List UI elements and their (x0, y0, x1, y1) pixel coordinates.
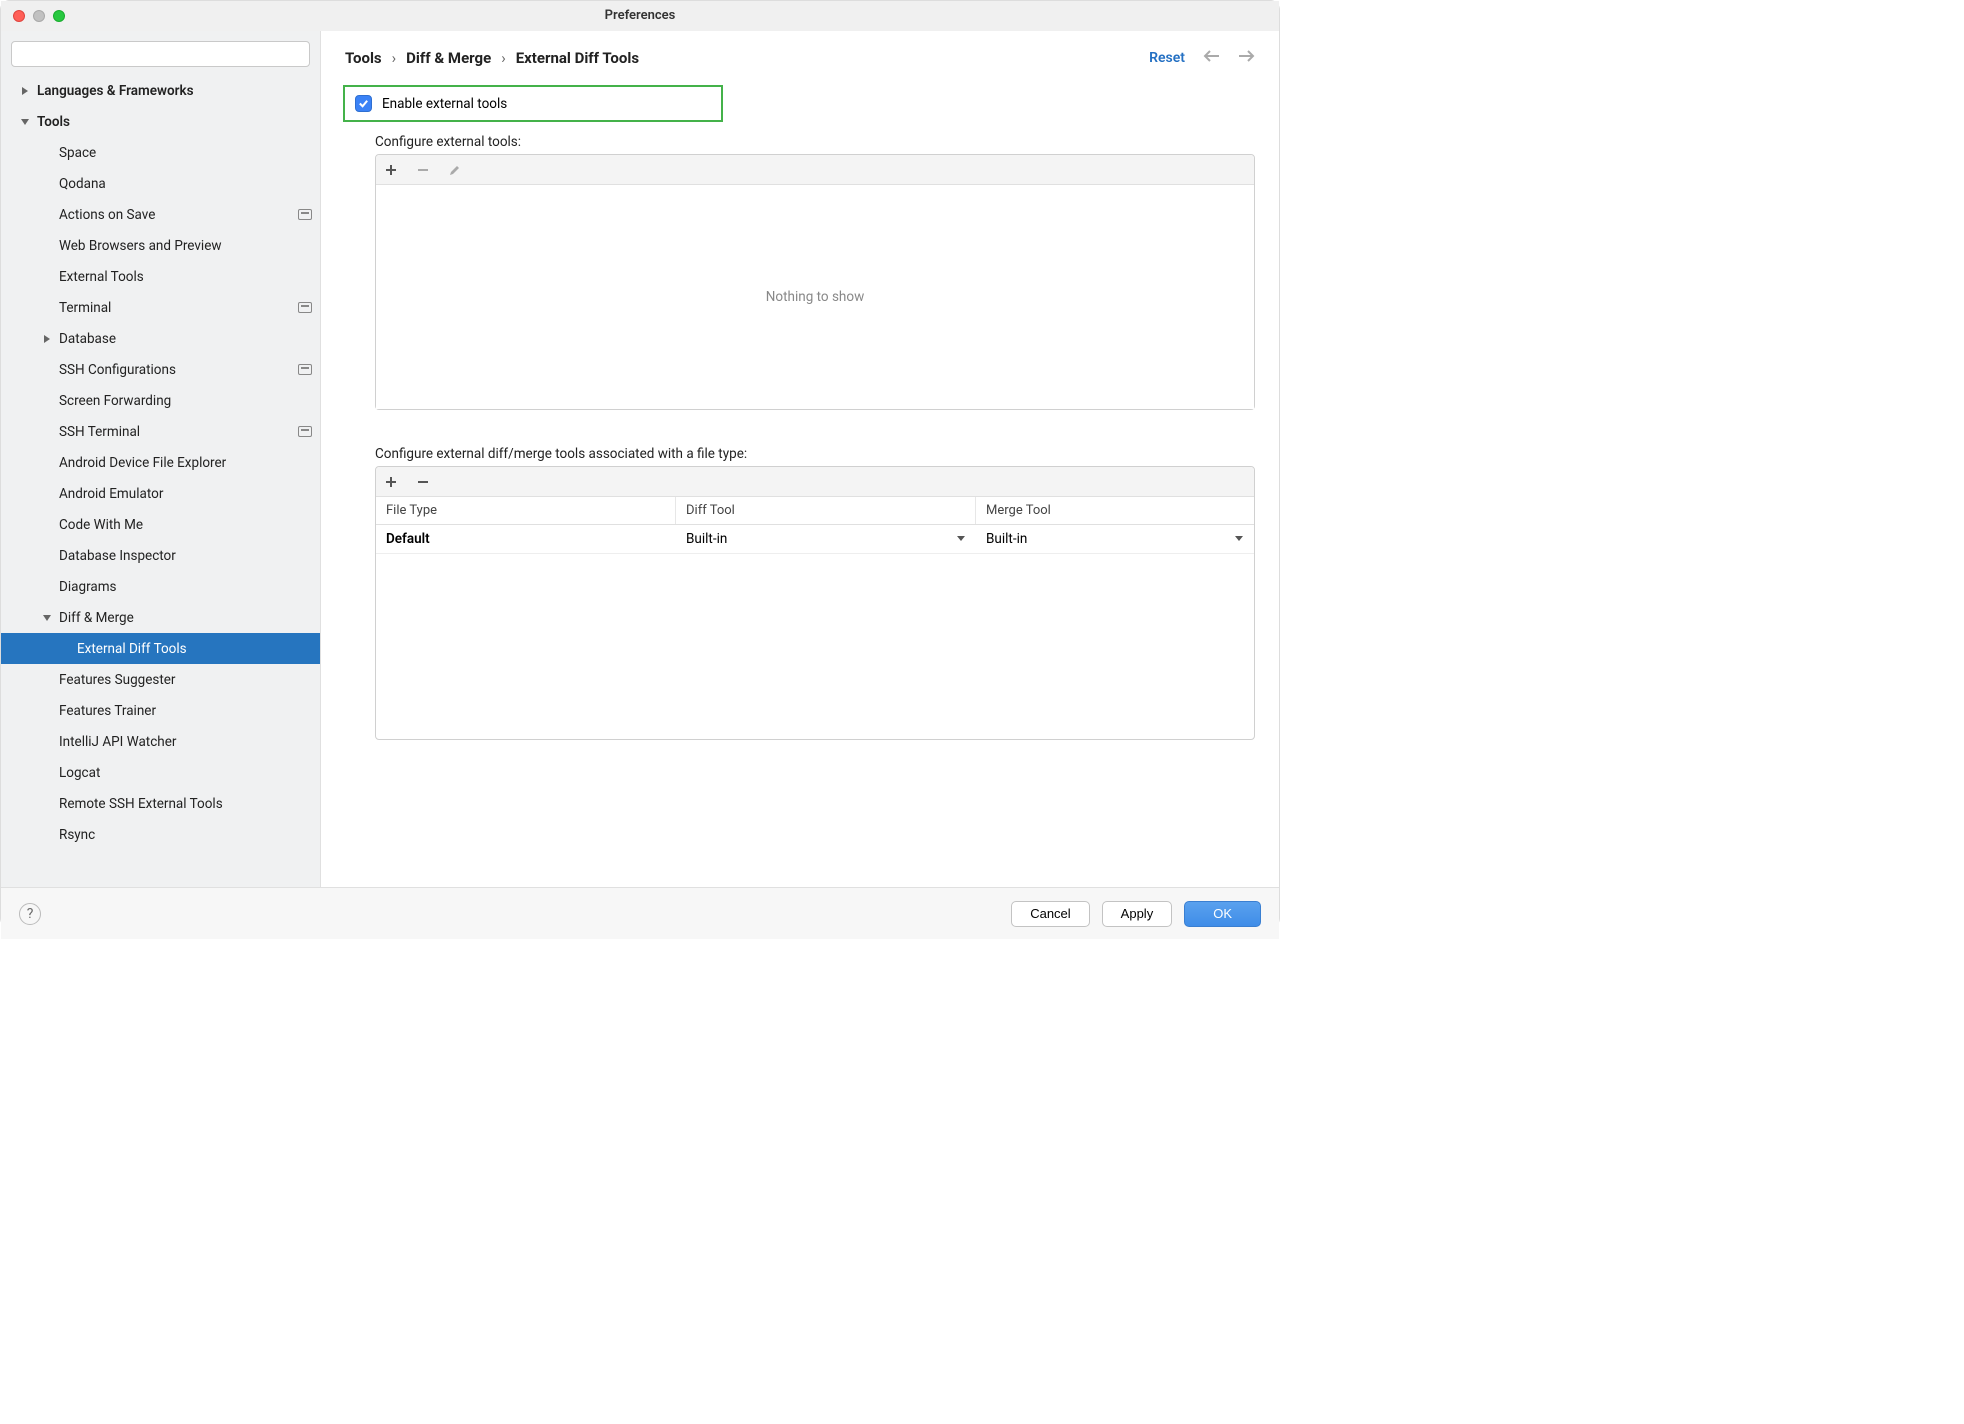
project-scope-icon (298, 364, 312, 375)
tree-item-space[interactable]: Space (1, 137, 320, 168)
tree-item-features-trainer[interactable]: Features Trainer (1, 695, 320, 726)
tree-item-diff-merge[interactable]: Diff & Merge (1, 602, 320, 633)
tree-item-actions-on-save[interactable]: Actions on Save (1, 199, 320, 230)
col-file-type[interactable]: File Type (376, 497, 676, 524)
apply-button[interactable]: Apply (1102, 901, 1173, 927)
tree-item-external-diff-tools[interactable]: External Diff Tools (1, 633, 320, 664)
chevron-down-icon (1234, 531, 1244, 547)
help-button[interactable]: ? (19, 903, 41, 925)
tree-languages-frameworks[interactable]: Languages & Frameworks (1, 75, 320, 106)
tree-tools[interactable]: Tools (1, 106, 320, 137)
sidebar: Languages & Frameworks Tools Space Qodan… (1, 31, 321, 887)
cell-diff-tool[interactable]: Built-in (676, 525, 976, 553)
configure-assoc-label: Configure external diff/merge tools asso… (375, 446, 1255, 462)
table-row[interactable]: Default Built-in Built-in (376, 525, 1254, 554)
tree-item-external-tools[interactable]: External Tools (1, 261, 320, 292)
tree-item-screen-forwarding[interactable]: Screen Forwarding (1, 385, 320, 416)
enable-external-tools-label: Enable external tools (382, 96, 507, 112)
chevron-right-icon: › (501, 49, 506, 67)
breadcrumb-tools[interactable]: Tools (345, 49, 382, 67)
tree-item-database[interactable]: Database (1, 323, 320, 354)
file-type-assoc-table: File Type Diff Tool Merge Tool Default B… (375, 466, 1255, 740)
tree-item-code-with-me[interactable]: Code With Me (1, 509, 320, 540)
tree-item-logcat[interactable]: Logcat (1, 757, 320, 788)
ok-button[interactable]: OK (1184, 901, 1261, 927)
tree-item-diagrams[interactable]: Diagrams (1, 571, 320, 602)
col-diff-tool[interactable]: Diff Tool (676, 497, 976, 524)
tree-item-ssh-config[interactable]: SSH Configurations (1, 354, 320, 385)
remove-tool-button[interactable] (416, 163, 430, 177)
window-minimize-button[interactable] (33, 10, 45, 22)
chevron-down-icon (956, 531, 966, 547)
breadcrumb-external-diff-tools: External Diff Tools (516, 49, 639, 67)
window-title: Preferences (605, 8, 676, 23)
col-merge-tool[interactable]: Merge Tool (976, 497, 1254, 524)
cell-merge-tool[interactable]: Built-in (976, 525, 1254, 553)
breadcrumb-diff-merge[interactable]: Diff & Merge (406, 49, 491, 67)
tree-item-remote-ssh-tools[interactable]: Remote SSH External Tools (1, 788, 320, 819)
project-scope-icon (298, 302, 312, 313)
add-assoc-button[interactable] (384, 475, 398, 489)
tree-item-android-device-explorer[interactable]: Android Device File Explorer (1, 447, 320, 478)
configure-tools-label: Configure external tools: (375, 134, 1255, 150)
cancel-button[interactable]: Cancel (1011, 901, 1089, 927)
external-tools-list: Nothing to show (375, 154, 1255, 410)
tree-item-intellij-api-watcher[interactable]: IntelliJ API Watcher (1, 726, 320, 757)
tree-item-terminal[interactable]: Terminal (1, 292, 320, 323)
dialog-footer: ? Cancel Apply OK (1, 887, 1279, 939)
tree-item-features-suggester[interactable]: Features Suggester (1, 664, 320, 695)
reset-link[interactable]: Reset (1149, 50, 1185, 66)
external-tools-empty-message: Nothing to show (376, 185, 1254, 409)
project-scope-icon (298, 209, 312, 220)
titlebar: Preferences (1, 1, 1279, 31)
project-scope-icon (298, 426, 312, 437)
tree-item-rsync[interactable]: Rsync (1, 819, 320, 850)
window-maximize-button[interactable] (53, 10, 65, 22)
nav-forward-button[interactable] (1237, 49, 1255, 67)
breadcrumb: Tools › Diff & Merge › External Diff Too… (345, 49, 639, 67)
tree-item-web-browsers[interactable]: Web Browsers and Preview (1, 230, 320, 261)
tree-item-android-emulator[interactable]: Android Emulator (1, 478, 320, 509)
enable-external-tools-row[interactable]: Enable external tools (343, 85, 723, 122)
search-input[interactable] (11, 41, 310, 67)
tree-item-qodana[interactable]: Qodana (1, 168, 320, 199)
tree-item-ssh-terminal[interactable]: SSH Terminal (1, 416, 320, 447)
settings-tree[interactable]: Languages & Frameworks Tools Space Qodan… (1, 75, 320, 887)
enable-external-tools-checkbox[interactable] (355, 95, 372, 112)
remove-assoc-button[interactable] (416, 475, 430, 489)
tree-item-database-inspector[interactable]: Database Inspector (1, 540, 320, 571)
chevron-right-icon: › (392, 49, 397, 67)
cell-file-type: Default (376, 525, 676, 553)
edit-tool-button[interactable] (448, 163, 462, 177)
main-panel: Tools › Diff & Merge › External Diff Too… (321, 31, 1279, 887)
add-tool-button[interactable] (384, 163, 398, 177)
nav-back-button[interactable] (1203, 49, 1221, 67)
window-close-button[interactable] (13, 10, 25, 22)
